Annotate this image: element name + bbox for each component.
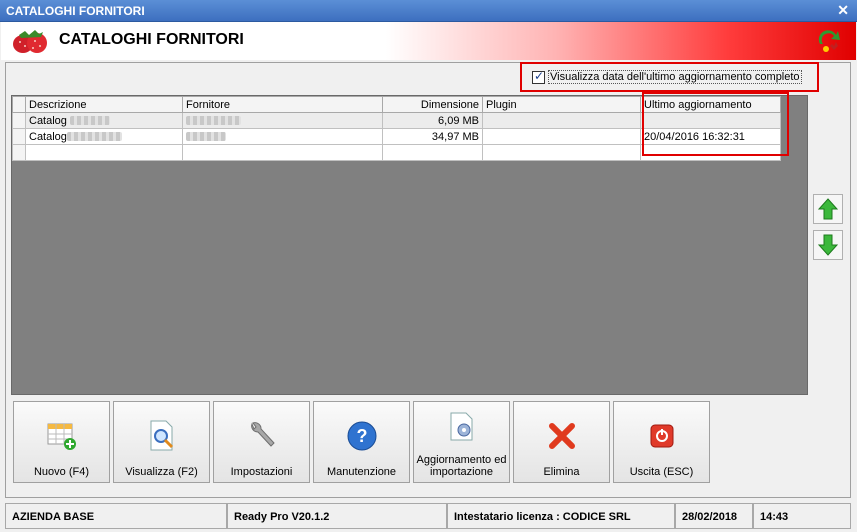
- new-grid-icon: [47, 423, 76, 450]
- visualizza-label: Visualizza (F2): [125, 466, 198, 478]
- status-bar: AZIENDA BASE Ready Pro V20.1.2 Intestata…: [5, 503, 851, 529]
- nuovo-label: Nuovo (F4): [33, 466, 90, 478]
- svg-text:?: ?: [357, 426, 368, 446]
- power-off-icon: [650, 424, 674, 448]
- delete-x-icon: [549, 423, 575, 449]
- cell-dimensione: 34,97 MB: [382, 128, 483, 145]
- redacted-text: [66, 132, 122, 142]
- impostazioni-label: Impostazioni: [230, 466, 293, 478]
- column-header-descrizione[interactable]: Descrizione: [25, 96, 183, 113]
- window-title-bar[interactable]: CATALOGHI FORNITORI ✕: [0, 0, 857, 22]
- cell-descrizione: Catalog: [25, 112, 183, 129]
- manutenzione-button[interactable]: ? Manutenzione: [313, 401, 410, 483]
- column-header-dimensione[interactable]: Dimensione: [382, 96, 483, 113]
- redacted-text: [69, 116, 110, 126]
- wrench-icon: [251, 422, 275, 447]
- cell-plugin: [482, 128, 641, 145]
- refresh-icon[interactable]: [814, 26, 844, 56]
- redacted-text: [186, 116, 241, 126]
- highlight-box-option: [520, 62, 819, 92]
- status-azienda: AZIENDA BASE: [5, 503, 227, 529]
- aggiornamento-button[interactable]: Aggiornamento ed importazione: [413, 401, 510, 483]
- nuovo-button[interactable]: Nuovo (F4): [13, 401, 110, 483]
- column-header-fornitore[interactable]: Fornitore: [182, 96, 383, 113]
- status-date: 28/02/2018: [675, 503, 753, 529]
- column-header-plugin[interactable]: Plugin: [482, 96, 641, 113]
- update-document-icon: [450, 412, 473, 441]
- uscita-label: Uscita (ESC): [629, 466, 694, 478]
- visualizza-button[interactable]: Visualizza (F2): [113, 401, 210, 483]
- strawberry-logo-icon: [13, 30, 47, 53]
- header-banner: CATALOGHI FORNITORI: [1, 22, 856, 60]
- cell-descrizione: Catalog: [25, 128, 183, 145]
- window-title: CATALOGHI FORNITORI: [6, 4, 145, 18]
- elimina-button[interactable]: Elimina: [513, 401, 610, 483]
- cell-dimensione: 6,09 MB: [382, 112, 483, 129]
- status-version: Ready Pro V20.1.2: [227, 503, 447, 529]
- row-indicator: [12, 144, 26, 161]
- row-indicator-header: [12, 96, 26, 113]
- aggiornamento-label: Aggiornamento ed importazione: [416, 454, 507, 478]
- impostazioni-button[interactable]: Impostazioni: [213, 401, 310, 483]
- close-icon[interactable]: ✕: [837, 2, 849, 19]
- cell-plugin: [482, 112, 641, 129]
- manutenzione-label: Manutenzione: [326, 466, 397, 478]
- elimina-label: Elimina: [543, 466, 580, 478]
- arrow-up-icon: [818, 198, 838, 220]
- highlight-box-column: [642, 92, 789, 156]
- page-title: CATALOGHI FORNITORI: [59, 31, 244, 48]
- redacted-text: [186, 132, 226, 142]
- status-time: 14:43: [753, 503, 851, 529]
- move-up-button[interactable]: [813, 194, 843, 224]
- cell-fornitore: [182, 128, 383, 145]
- arrow-down-icon: [818, 234, 838, 256]
- status-licenza: Intestatario licenza : CODICE SRL: [447, 503, 675, 529]
- uscita-button[interactable]: Uscita (ESC): [613, 401, 710, 483]
- cell-fornitore: [182, 112, 383, 129]
- move-down-button[interactable]: [813, 230, 843, 260]
- help-icon: ?: [347, 421, 377, 451]
- view-document-icon: [150, 420, 174, 451]
- row-indicator: [12, 112, 26, 129]
- row-indicator: [12, 128, 26, 145]
